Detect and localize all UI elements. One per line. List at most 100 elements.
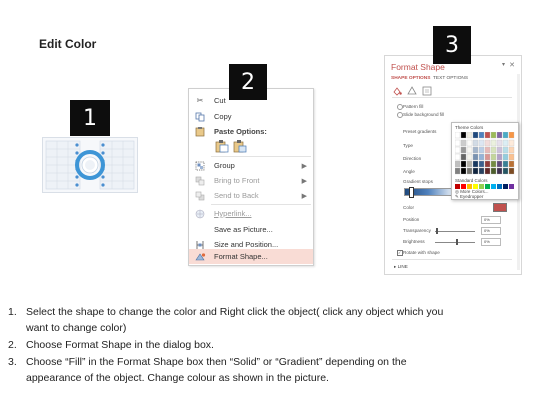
color-swatch[interactable] bbox=[508, 132, 515, 139]
panel-dropdown-icon[interactable]: ▾ bbox=[502, 61, 505, 68]
transparency-input[interactable]: 0% bbox=[481, 227, 501, 235]
color-swatch[interactable] bbox=[478, 167, 485, 175]
color-swatch[interactable] bbox=[490, 153, 497, 161]
color-swatch[interactable] bbox=[455, 160, 461, 168]
standard-color-swatch[interactable] bbox=[491, 184, 496, 189]
color-swatch[interactable] bbox=[466, 132, 473, 139]
position-input[interactable]: 0% bbox=[481, 216, 501, 224]
color-swatch[interactable] bbox=[472, 139, 479, 147]
color-swatch[interactable] bbox=[484, 160, 491, 168]
option-slide-background-fill[interactable]: Slide background fill bbox=[403, 112, 444, 117]
color-swatch[interactable] bbox=[490, 139, 497, 147]
brightness-label: Brightness bbox=[403, 239, 425, 244]
menu-item-send-to-back[interactable]: Send to Back ▶ bbox=[189, 188, 313, 203]
menu-item-format-shape[interactable]: Format Shape... bbox=[189, 249, 313, 264]
slide-thumbnail[interactable] bbox=[42, 137, 138, 193]
color-swatch[interactable] bbox=[508, 167, 515, 175]
color-swatch[interactable] bbox=[508, 146, 515, 154]
color-swatch[interactable] bbox=[508, 139, 515, 147]
tab-text-options[interactable]: TEXT OPTIONS bbox=[433, 76, 468, 81]
menu-separator bbox=[211, 156, 311, 157]
color-swatch[interactable] bbox=[484, 146, 491, 154]
color-swatch[interactable] bbox=[502, 160, 509, 168]
color-swatch[interactable] bbox=[502, 146, 509, 154]
color-swatch[interactable] bbox=[460, 139, 467, 147]
standard-color-swatch[interactable] bbox=[509, 184, 514, 189]
panel-close-icon[interactable]: ✕ bbox=[509, 61, 515, 69]
option-pattern-fill[interactable]: Pattern fill bbox=[403, 104, 423, 109]
radio-slide-background-fill[interactable] bbox=[397, 112, 403, 118]
color-swatch[interactable] bbox=[478, 132, 485, 139]
tab-shape-options[interactable]: SHAPE OPTIONS bbox=[391, 76, 430, 81]
color-swatch[interactable] bbox=[508, 160, 515, 168]
color-swatch[interactable] bbox=[496, 132, 503, 139]
menu-item-hyperlink[interactable]: Hyperlink... bbox=[189, 206, 313, 221]
color-swatch[interactable] bbox=[484, 167, 491, 175]
color-swatch[interactable] bbox=[472, 153, 479, 161]
color-picker-button[interactable] bbox=[493, 203, 507, 212]
color-swatch[interactable] bbox=[490, 132, 497, 139]
group-icon bbox=[194, 160, 206, 171]
color-swatch[interactable] bbox=[502, 139, 509, 147]
section-line-header[interactable]: ▸ LINE bbox=[394, 264, 408, 270]
standard-color-swatch[interactable] bbox=[503, 184, 508, 189]
color-swatch[interactable] bbox=[472, 132, 479, 139]
color-swatch[interactable] bbox=[508, 153, 515, 161]
color-swatch[interactable] bbox=[455, 153, 461, 161]
menu-item-group[interactable]: Group ▶ bbox=[189, 158, 313, 173]
menu-item-save-as-picture[interactable]: Save as Picture... bbox=[189, 222, 313, 237]
transparency-slider[interactable] bbox=[435, 231, 475, 232]
menu-item-copy[interactable]: Copy bbox=[189, 109, 313, 124]
transparency-slider-thumb[interactable] bbox=[436, 228, 438, 234]
color-swatch[interactable] bbox=[478, 146, 485, 154]
color-swatch[interactable] bbox=[496, 146, 503, 154]
color-swatch[interactable] bbox=[466, 167, 473, 175]
color-swatch[interactable] bbox=[478, 160, 485, 168]
color-swatch[interactable] bbox=[496, 139, 503, 147]
color-swatch[interactable] bbox=[460, 146, 467, 154]
brightness-slider-thumb[interactable] bbox=[456, 239, 458, 245]
color-popup: Theme Colors Standard Colors ◎ More Colo… bbox=[451, 122, 519, 200]
color-swatch[interactable] bbox=[490, 160, 497, 168]
color-swatch[interactable] bbox=[460, 132, 467, 139]
color-swatch[interactable] bbox=[484, 153, 491, 161]
color-swatch[interactable] bbox=[484, 132, 491, 139]
color-swatch[interactable] bbox=[455, 139, 461, 147]
color-swatch[interactable] bbox=[460, 153, 467, 161]
paste-picture-button[interactable] bbox=[215, 139, 229, 155]
color-swatch[interactable] bbox=[466, 146, 473, 154]
brightness-input[interactable]: 0% bbox=[481, 238, 501, 246]
color-swatch[interactable] bbox=[472, 167, 479, 175]
color-swatch[interactable] bbox=[478, 139, 485, 147]
color-swatch[interactable] bbox=[484, 139, 491, 147]
color-swatch[interactable] bbox=[496, 167, 503, 175]
theme-color-grid[interactable] bbox=[455, 132, 515, 176]
paste-keep-format-button[interactable] bbox=[233, 139, 247, 155]
color-swatch[interactable] bbox=[455, 146, 461, 154]
brightness-slider[interactable] bbox=[435, 242, 475, 243]
color-swatch[interactable] bbox=[466, 153, 473, 161]
color-swatch[interactable] bbox=[472, 160, 479, 168]
gradient-stop-handle[interactable] bbox=[409, 187, 414, 198]
color-swatch[interactable] bbox=[496, 153, 503, 161]
color-swatch[interactable] bbox=[455, 132, 461, 139]
color-swatch[interactable] bbox=[502, 167, 509, 175]
menu-item-paste-options: Paste Options: bbox=[189, 124, 313, 139]
color-swatch[interactable] bbox=[502, 132, 509, 139]
bring-to-front-icon bbox=[194, 175, 206, 186]
radio-pattern-fill[interactable] bbox=[397, 104, 403, 110]
color-swatch[interactable] bbox=[460, 160, 467, 168]
color-swatch[interactable] bbox=[502, 153, 509, 161]
color-swatch[interactable] bbox=[496, 160, 503, 168]
color-swatch[interactable] bbox=[455, 167, 461, 175]
eyedropper-item[interactable]: ✎ Eyedropper bbox=[455, 194, 483, 200]
standard-color-swatch[interactable] bbox=[497, 184, 502, 189]
menu-item-bring-to-front[interactable]: Bring to Front ▶ bbox=[189, 173, 313, 188]
color-swatch[interactable] bbox=[466, 160, 473, 168]
color-swatch[interactable] bbox=[490, 146, 497, 154]
color-swatch[interactable] bbox=[478, 153, 485, 161]
color-swatch[interactable] bbox=[490, 167, 497, 175]
color-swatch[interactable] bbox=[472, 146, 479, 154]
color-swatch[interactable] bbox=[466, 139, 473, 147]
color-swatch[interactable] bbox=[460, 167, 467, 175]
